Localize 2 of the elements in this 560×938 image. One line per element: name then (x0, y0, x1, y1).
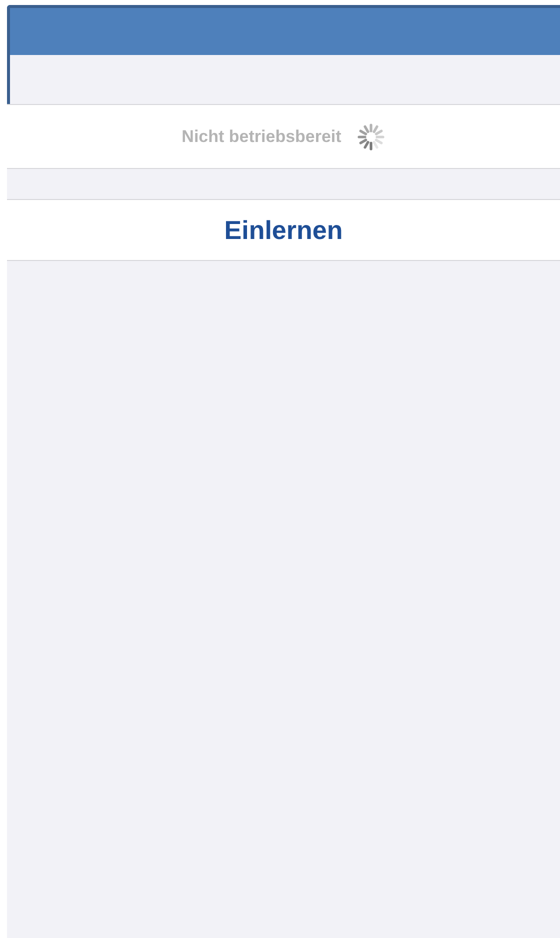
status-text: Nicht betriebsbereit (182, 126, 342, 146)
einlernen-button[interactable]: Einlernen (7, 199, 560, 261)
